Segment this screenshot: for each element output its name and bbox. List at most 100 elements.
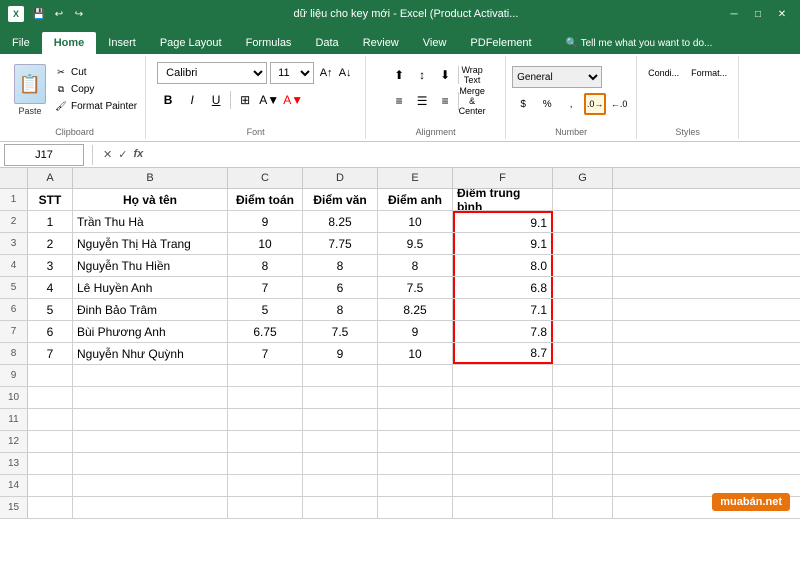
cell-c5[interactable]: 7 (228, 277, 303, 298)
font-size-select[interactable]: 11 (270, 62, 314, 84)
cell-d5[interactable]: 6 (303, 277, 378, 298)
cell-c14[interactable] (228, 475, 303, 496)
cell-f2[interactable]: 9.1 (453, 211, 553, 232)
cell-a1[interactable]: STT (28, 189, 73, 210)
cell-b3[interactable]: Nguyễn Thị Hà Trang (73, 233, 228, 254)
cell-c8[interactable]: 7 (228, 343, 303, 364)
format-painter-button[interactable]: 🖌 Format Painter (52, 98, 139, 114)
decrease-font-size-button[interactable]: A↓ (336, 64, 354, 82)
cell-b13[interactable] (73, 453, 228, 474)
cell-a5[interactable]: 4 (28, 277, 73, 298)
border-button[interactable]: ⊞ (234, 89, 256, 111)
cell-e9[interactable] (378, 365, 453, 386)
cell-g12[interactable] (553, 431, 613, 452)
currency-button[interactable]: $ (512, 93, 534, 115)
insert-function-icon[interactable]: fx (131, 146, 145, 163)
cell-b2[interactable]: Trần Thu Hà (73, 211, 228, 232)
cell-c9[interactable] (228, 365, 303, 386)
cell-f14[interactable] (453, 475, 553, 496)
tab-review[interactable]: Review (351, 32, 411, 54)
cell-e7[interactable]: 9 (378, 321, 453, 342)
cell-e8[interactable]: 10 (378, 343, 453, 364)
cell-f6[interactable]: 7.1 (453, 299, 553, 320)
cell-e6[interactable]: 8.25 (378, 299, 453, 320)
fill-color-button[interactable]: A▼ (258, 89, 280, 111)
col-header-d[interactable]: D (303, 168, 378, 188)
cell-b14[interactable] (73, 475, 228, 496)
cell-d4[interactable]: 8 (303, 255, 378, 276)
cell-e13[interactable] (378, 453, 453, 474)
cell-a3[interactable]: 2 (28, 233, 73, 254)
cell-c10[interactable] (228, 387, 303, 408)
formula-input[interactable] (149, 144, 800, 166)
underline-button[interactable]: U (205, 89, 227, 111)
tab-data[interactable]: Data (303, 32, 350, 54)
font-family-select[interactable]: Calibri (157, 62, 267, 84)
cell-b8[interactable]: Nguyễn Như Quỳnh (73, 343, 228, 364)
cell-f10[interactable] (453, 387, 553, 408)
cell-d15[interactable] (303, 497, 378, 518)
format-as-table-button[interactable]: Format... (686, 62, 732, 84)
cell-a12[interactable] (28, 431, 73, 452)
copy-button[interactable]: ⧉ Copy (52, 81, 139, 97)
cell-b12[interactable] (73, 431, 228, 452)
cell-c15[interactable] (228, 497, 303, 518)
italic-button[interactable]: I (181, 89, 203, 111)
col-header-e[interactable]: E (378, 168, 453, 188)
tab-formulas[interactable]: Formulas (234, 32, 304, 54)
cell-d3[interactable]: 7.75 (303, 233, 378, 254)
cell-a7[interactable]: 6 (28, 321, 73, 342)
font-color-button[interactable]: A▼ (282, 89, 304, 111)
cell-e12[interactable] (378, 431, 453, 452)
align-middle-button[interactable]: ↕ (411, 64, 433, 86)
cell-c3[interactable]: 10 (228, 233, 303, 254)
cell-d1[interactable]: Điểm văn (303, 189, 378, 210)
col-header-b[interactable]: B (73, 168, 228, 188)
cell-g13[interactable] (553, 453, 613, 474)
col-header-f[interactable]: F (453, 168, 553, 188)
cell-b9[interactable] (73, 365, 228, 386)
cell-a6[interactable]: 5 (28, 299, 73, 320)
name-box[interactable] (4, 144, 84, 166)
comma-button[interactable]: , (560, 93, 582, 115)
cell-g5[interactable] (553, 277, 613, 298)
align-center-button[interactable]: ☰ (411, 90, 433, 112)
cell-c2[interactable]: 9 (228, 211, 303, 232)
cell-g2[interactable] (553, 211, 613, 232)
cell-g14[interactable] (553, 475, 613, 496)
cell-d12[interactable] (303, 431, 378, 452)
cell-g8[interactable] (553, 343, 613, 364)
cell-b7[interactable]: Bùi Phương Anh (73, 321, 228, 342)
cell-f15[interactable] (453, 497, 553, 518)
cell-d14[interactable] (303, 475, 378, 496)
cell-g10[interactable] (553, 387, 613, 408)
cell-f8[interactable]: 8.7 (453, 343, 553, 364)
col-header-g[interactable]: G (553, 168, 613, 188)
cell-d13[interactable] (303, 453, 378, 474)
cell-f11[interactable] (453, 409, 553, 430)
cell-a10[interactable] (28, 387, 73, 408)
cell-b4[interactable]: Nguyễn Thu Hiền (73, 255, 228, 276)
cell-c1[interactable]: Điểm toán (228, 189, 303, 210)
cell-a4[interactable]: 3 (28, 255, 73, 276)
cell-c11[interactable] (228, 409, 303, 430)
redo-button[interactable]: ↪ (70, 5, 88, 23)
col-header-a[interactable]: A (28, 168, 73, 188)
cancel-formula-icon[interactable]: ✕ (101, 146, 114, 163)
cell-d8[interactable]: 9 (303, 343, 378, 364)
col-header-c[interactable]: C (228, 168, 303, 188)
align-left-button[interactable]: ≡ (388, 90, 410, 112)
cell-a11[interactable] (28, 409, 73, 430)
cell-c4[interactable]: 8 (228, 255, 303, 276)
cell-f4[interactable]: 8.0 (453, 255, 553, 276)
cell-g11[interactable] (553, 409, 613, 430)
cell-b11[interactable] (73, 409, 228, 430)
confirm-formula-icon[interactable]: ✓ (116, 146, 129, 163)
maximize-button[interactable]: □ (748, 7, 768, 21)
minimize-button[interactable]: ─ (724, 7, 744, 21)
tab-home[interactable]: Home (42, 32, 97, 54)
tab-view[interactable]: View (411, 32, 459, 54)
cell-g3[interactable] (553, 233, 613, 254)
cell-g7[interactable] (553, 321, 613, 342)
align-top-button[interactable]: ⬆ (388, 64, 410, 86)
